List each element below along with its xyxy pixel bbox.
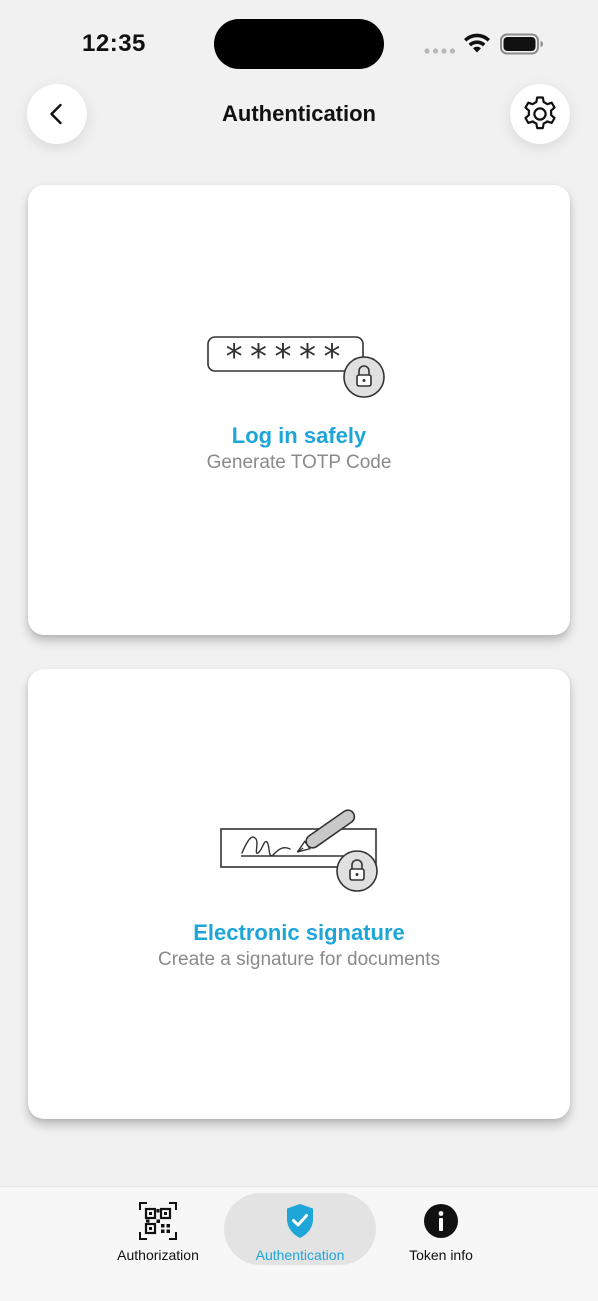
shield-check-icon (287, 1204, 313, 1238)
card-title: Log in safely (231, 423, 367, 448)
card-subtitle: Create a signature for documents (158, 949, 440, 970)
tab-authentication[interactable]: Authentication (224, 1193, 376, 1265)
signature-card[interactable]: Electronic signature Create a signature … (28, 669, 570, 1119)
tab-icon-wrapper (138, 1201, 178, 1241)
signature-illustration (28, 809, 570, 893)
gear-icon (524, 96, 556, 130)
tab-icon-wrapper (280, 1201, 320, 1241)
tab-icon-wrapper (421, 1201, 461, 1241)
login-illustration: ***** (28, 335, 570, 401)
page-title: Authentication (222, 101, 376, 126)
login-card[interactable]: ***** Log in safely Generate TOTP Code (28, 185, 570, 635)
battery-icon (500, 33, 543, 55)
tab-bar: Authorization Authentication Token info (0, 1186, 598, 1301)
signal-icon (424, 48, 456, 54)
info-icon (424, 1204, 458, 1238)
wifi-icon (464, 33, 490, 53)
status-time: 12:35 (82, 30, 146, 57)
password-lock-icon: ***** (207, 336, 385, 398)
dynamic-island (214, 19, 384, 69)
qr-code-icon (139, 1202, 177, 1240)
tab-label: Token info (409, 1247, 473, 1263)
card-subtitle: Generate TOTP Code (206, 452, 392, 473)
tab-label: Authentication (255, 1247, 345, 1263)
header: Authentication (0, 84, 598, 146)
status-bar: 12:35 (0, 0, 598, 84)
password-mask: ***** (224, 337, 346, 377)
settings-button[interactable] (510, 84, 570, 144)
signature-pen-lock-icon (220, 809, 378, 892)
tab-label: Authorization (117, 1247, 199, 1263)
tab-token-info[interactable]: Token info (365, 1193, 517, 1265)
card-title: Electronic signature (193, 920, 405, 945)
tab-authorization[interactable]: Authorization (82, 1193, 234, 1265)
